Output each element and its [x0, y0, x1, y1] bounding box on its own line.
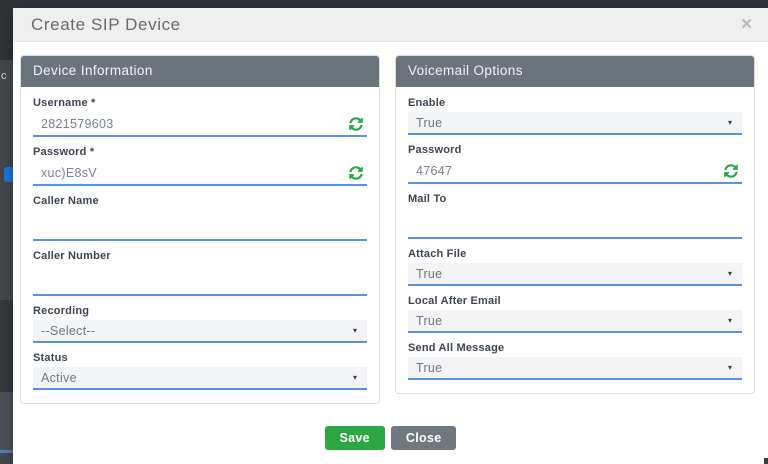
- send-all-message-field: Send All Message True ▾: [408, 336, 742, 380]
- local-after-email-value: True: [416, 314, 442, 328]
- backdrop-blue-chip: [4, 167, 13, 182]
- attach-file-field: Attach File True ▾: [408, 242, 742, 286]
- vm-password-label: Password: [408, 138, 742, 159]
- backdrop-segment: [0, 392, 13, 450]
- chevron-down-icon: ▾: [728, 317, 732, 325]
- chevron-down-icon: ▾: [728, 364, 732, 372]
- chevron-down-icon: ▾: [353, 327, 357, 335]
- recording-field: Recording --Select-- ▾: [33, 299, 367, 343]
- mail-to-label: Mail To: [408, 187, 742, 208]
- mail-to-input[interactable]: [408, 208, 742, 239]
- status-label: Status: [33, 346, 367, 367]
- status-select[interactable]: Active ▾: [33, 367, 367, 390]
- local-after-email-label: Local After Email: [408, 289, 742, 310]
- backdrop-segment: [0, 0, 13, 60]
- refresh-icon[interactable]: [349, 166, 363, 180]
- refresh-icon[interactable]: [349, 117, 363, 131]
- local-after-email-select[interactable]: True ▾: [408, 310, 742, 333]
- password-field: Password * xuc)E8sV: [33, 140, 367, 186]
- chevron-down-icon: ▾: [353, 374, 357, 382]
- close-icon[interactable]: ✕: [740, 17, 753, 32]
- save-button[interactable]: Save: [325, 426, 385, 450]
- vm-password-field: Password 47647: [408, 138, 742, 184]
- send-all-message-value: True: [416, 361, 442, 375]
- enable-value: True: [416, 116, 442, 130]
- device-information-panel: Device Information Username * 2821579603…: [20, 55, 380, 404]
- modal-title: Create SIP Device: [31, 15, 181, 35]
- voicemail-options-body: Enable True ▾ Password 47647: [396, 87, 754, 393]
- backdrop-sidebar: c: [0, 0, 13, 464]
- caller-number-field: Caller Number: [33, 244, 367, 296]
- recording-label: Recording: [33, 299, 367, 320]
- attach-file-select[interactable]: True ▾: [408, 263, 742, 286]
- attach-file-label: Attach File: [408, 242, 742, 263]
- backdrop-top-band: [0, 0, 768, 8]
- vm-password-value: 47647: [416, 164, 452, 178]
- password-label: Password *: [33, 140, 367, 161]
- username-label: Username *: [33, 91, 367, 112]
- local-after-email-field: Local After Email True ▾: [408, 289, 742, 333]
- username-input[interactable]: 2821579603: [33, 112, 367, 137]
- status-field: Status Active ▾: [33, 346, 367, 390]
- refresh-icon[interactable]: [724, 164, 738, 178]
- send-all-message-label: Send All Message: [408, 336, 742, 357]
- send-all-message-select[interactable]: True ▾: [408, 357, 742, 380]
- username-value: 2821579603: [41, 117, 114, 131]
- caller-name-input[interactable]: [33, 210, 367, 241]
- recording-value: --Select--: [41, 324, 95, 338]
- modal-header: Create SIP Device ✕: [13, 8, 768, 42]
- caller-name-field: Caller Name: [33, 189, 367, 241]
- close-button[interactable]: Close: [391, 426, 457, 450]
- device-information-header: Device Information: [21, 56, 379, 87]
- password-input[interactable]: xuc)E8sV: [33, 161, 367, 186]
- caller-number-label: Caller Number: [33, 244, 367, 265]
- caller-number-input[interactable]: [33, 265, 367, 296]
- username-field: Username * 2821579603: [33, 91, 367, 137]
- recording-select[interactable]: --Select-- ▾: [33, 320, 367, 343]
- enable-label: Enable: [408, 91, 742, 112]
- voicemail-options-panel: Voicemail Options Enable True ▾ Password…: [395, 55, 755, 394]
- status-value: Active: [41, 371, 77, 385]
- enable-select[interactable]: True ▾: [408, 112, 742, 135]
- backdrop-sidebar-text: c: [1, 70, 7, 82]
- password-value: xuc)E8sV: [41, 166, 97, 180]
- backdrop-corner: [764, 458, 768, 464]
- voicemail-options-header: Voicemail Options: [396, 56, 754, 87]
- vm-password-input[interactable]: 47647: [408, 159, 742, 184]
- enable-field: Enable True ▾: [408, 91, 742, 135]
- modal-footer: Save Close: [13, 426, 768, 450]
- modal-body: Device Information Username * 2821579603…: [13, 42, 768, 404]
- device-information-body: Username * 2821579603 Password * xuc)E8s…: [21, 87, 379, 403]
- chevron-down-icon: ▾: [728, 270, 732, 278]
- mail-to-field: Mail To: [408, 187, 742, 239]
- backdrop-segment: [0, 300, 13, 392]
- caller-name-label: Caller Name: [33, 189, 367, 210]
- backdrop-segment: [0, 450, 13, 453]
- create-sip-device-modal: Create SIP Device ✕ Device Information U…: [13, 8, 768, 464]
- chevron-down-icon: ▾: [728, 119, 732, 127]
- attach-file-value: True: [416, 267, 442, 281]
